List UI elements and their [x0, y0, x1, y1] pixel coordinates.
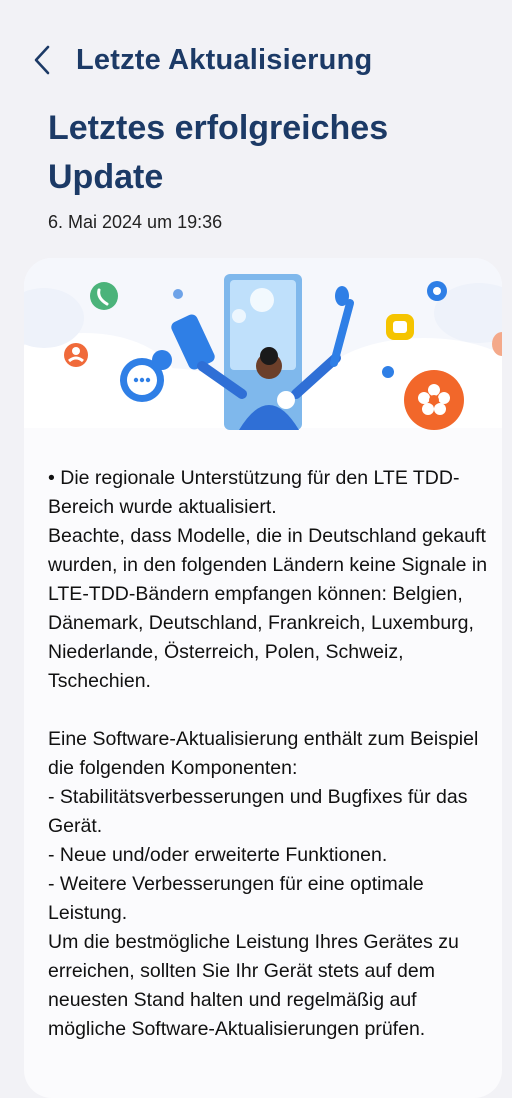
- back-button[interactable]: [22, 40, 62, 80]
- heading-line-1: Letztes erfolgreiches: [48, 109, 389, 147]
- notes-paragraph-1: • Die regionale Unterstützung für den LT…: [48, 467, 488, 692]
- app-bar-title: Letzte Aktualisierung: [76, 43, 373, 76]
- person-icon: [64, 343, 88, 367]
- update-illustration: [24, 258, 502, 438]
- flower-icon: [404, 370, 464, 430]
- heading-line-2: Update: [48, 158, 164, 196]
- release-notes-text: • Die regionale Unterstützung für den LT…: [48, 464, 488, 1044]
- page-heading: Letztes erfolgreiches Update: [48, 104, 468, 202]
- update-date: 6. Mai 2024 um 19:36: [48, 212, 223, 232]
- phone-icon: [90, 282, 118, 310]
- message-icon: [386, 314, 414, 340]
- chevron-left-icon: [34, 45, 50, 75]
- notes-paragraph-2: Eine Software-Aktualisierung enthält zum…: [48, 728, 479, 1040]
- release-notes-card: • Die regionale Unterstützung für den LT…: [24, 258, 502, 1098]
- top-app-bar: Letzte Aktualisierung: [0, 28, 512, 92]
